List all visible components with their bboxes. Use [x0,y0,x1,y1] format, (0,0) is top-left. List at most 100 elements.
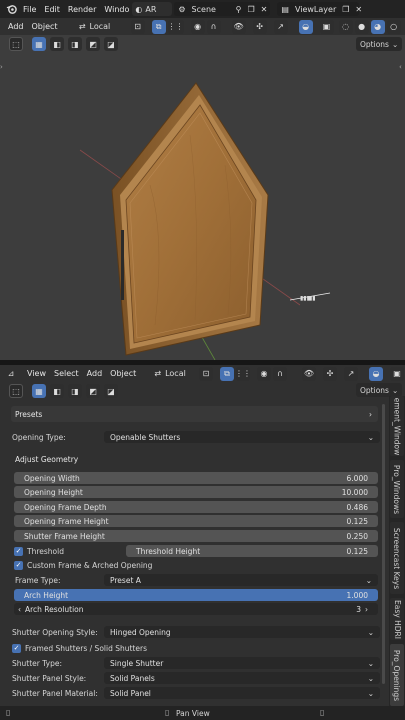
solid-shading-icon[interactable]: ● [354,19,369,34]
rendered-shading-icon[interactable]: ○ [386,19,401,34]
workspace-selector[interactable]: ◐ AR [132,2,173,16]
tab-pro-openings[interactable]: Pro_Openings [390,644,404,706]
pivot-icon[interactable]: ⊡ [199,366,213,381]
snap-target-icon[interactable]: ⋮⋮ [167,19,184,34]
opening-width-field[interactable]: Opening Width 6.000 [14,472,378,484]
sidebar-toggle-left[interactable]: › [0,63,3,71]
new-view-layer-icon[interactable]: ❐ [342,5,349,14]
snap-icon[interactable]: ⧉ [151,19,166,34]
shutter-panel-material-dropdown[interactable]: Solid Panel ⌄ [104,687,380,699]
proportional-edit-icon[interactable]: ◉ [257,366,271,381]
select-mode-new-icon[interactable]: ▦ [32,384,46,398]
select-box-icon[interactable]: ⬚ [9,37,23,51]
chevron-down-icon: ⌄ [367,688,374,698]
transform-orientation-dropdown[interactable]: ⇄ Local [68,20,122,34]
adjust-geometry-header[interactable]: Adjust Geometry [11,451,378,467]
select-mode-invert-icon[interactable]: ◩ [86,37,100,51]
chevron-right-icon[interactable]: › [365,605,368,614]
new-scene-icon[interactable]: ❐ [248,5,255,14]
tab-element-window[interactable]: ement_Window [390,396,404,456]
menu-file[interactable]: File [19,5,40,14]
menu-add[interactable]: Add [4,22,28,31]
menu-select[interactable]: Select [50,369,83,378]
menu-object[interactable]: Object [28,22,62,31]
select-mode-intersect-icon[interactable]: ◪ [104,384,118,398]
shutter-frame-height-field[interactable]: Shutter Frame Height 0.250 [14,530,378,542]
falloff-icon[interactable]: ∩ [273,366,287,381]
select-mode-subtract-icon[interactable]: ◨ [68,37,82,51]
visibility-icon[interactable]: 👁 [231,19,246,34]
overlay-icon[interactable]: ◒ [298,19,313,34]
threshold-height-field[interactable]: Threshold Height 0.125 [126,545,378,557]
shutter-opening-style-dropdown[interactable]: Hinged Opening ⌄ [104,626,380,638]
panel-scrollbar[interactable] [382,404,385,684]
tab-screencast-keys[interactable]: Screencast Keys [390,522,404,594]
editor-type-icon[interactable]: ⊿ [4,367,18,381]
select-mode-new-icon[interactable]: ▦ [32,37,46,51]
presets-header[interactable]: Presets › [11,406,378,422]
select-mode-extend-icon[interactable]: ◧ [50,384,64,398]
select-mode-subtract-icon[interactable]: ◨ [68,384,82,398]
snap-icon[interactable]: ⧉ [220,366,234,381]
xray-icon[interactable]: ▣ [390,366,404,381]
menu-view[interactable]: View [23,369,50,378]
visibility-icon[interactable]: 👁 [302,366,316,381]
wireframe-shading-icon[interactable]: ◌ [338,19,353,34]
tab-label: Screencast Keys [392,527,402,589]
3d-viewport-top[interactable]: ▮▮■▮ ⬚ ▦ ◧ ◨ ◩ ◪ Options ⌄ › ‹ [0,35,405,360]
snap-target-icon[interactable]: ⋮⋮ [235,366,251,381]
scene-selector[interactable]: ⚙ Scene ⚲ ❐ ✕ [174,2,271,16]
pivot-icon[interactable]: ⊡ [130,19,145,34]
overlay-icon[interactable]: ◒ [369,366,383,381]
select-mode-extend-icon[interactable]: ◧ [50,37,64,51]
falloff-icon[interactable]: ∩ [206,19,221,34]
close-icon[interactable]: ✕ [261,5,268,14]
menu-object-bottom[interactable]: Object [106,369,140,378]
arch-height-field[interactable]: Arch Height 1.000 [14,589,378,601]
mouse-right-icon: ▯ [320,708,325,717]
tab-pro-windows[interactable]: Pro_Windows [390,460,404,518]
field-label: Opening Frame Depth [24,502,107,512]
gizmo-icon[interactable]: ✣ [252,19,267,34]
threshold-checkbox[interactable]: ✓ Threshold [14,545,124,557]
opening-type-dropdown[interactable]: Openable Shutters ⌄ [104,431,380,443]
tab-easy-hdri[interactable]: Easy HDRI [390,598,404,640]
shutter-type-dropdown[interactable]: Single Shutter ⌄ [104,657,380,669]
framed-shutters-checkbox[interactable]: ✓ Framed Shutters / Solid Shutters [12,642,372,654]
opening-height-field[interactable]: Opening Height 10.000 [14,486,378,498]
tool-icon[interactable]: ↗ [344,366,358,381]
menu-edit[interactable]: Edit [40,5,64,14]
opening-frame-depth-field[interactable]: Opening Frame Depth 0.486 [14,501,378,513]
tool-icon[interactable]: ↗ [273,19,288,34]
status-bar: ▯ ▯ Pan View ▯ [0,706,405,720]
menu-render[interactable]: Render [64,5,100,14]
view-layer-selector[interactable]: ▤ ViewLayer ❐ ✕ [277,2,362,16]
close-icon[interactable]: ✕ [355,5,362,14]
frame-type-dropdown[interactable]: Preset A ⌄ [104,574,378,586]
options-button-bottom[interactable]: Options ⌄ [356,383,403,397]
menu-window[interactable]: Windo [100,5,131,14]
shutter-panel-material-label: Shutter Panel Material: [12,688,98,698]
blender-logo-icon[interactable] [4,2,18,16]
pin-icon[interactable]: ⚲ [236,5,242,14]
transform-orientation-dropdown-bottom[interactable]: ⇄ Local [150,367,190,381]
select-box-icon[interactable]: ⬚ [9,384,23,398]
arch-resolution-field[interactable]: ‹ Arch Resolution 3 › [14,603,378,615]
chevron-down-icon: ⌄ [367,432,374,442]
field-label: Shutter Frame Height [24,531,105,541]
options-button-top[interactable]: Options ⌄ [356,37,403,51]
opening-frame-height-field[interactable]: Opening Frame Height 0.125 [14,515,378,527]
select-mode-invert-icon[interactable]: ◩ [86,384,100,398]
svg-text:▮▮■▮: ▮▮■▮ [300,295,316,302]
material-shading-icon[interactable]: ◕ [370,19,385,34]
gizmo-icon[interactable]: ✣ [323,366,337,381]
xray-icon[interactable]: ▣ [319,19,334,34]
proportional-edit-icon[interactable]: ◉ [190,19,205,34]
menu-add-bottom[interactable]: Add [83,369,107,378]
select-mode-intersect-icon[interactable]: ◪ [104,37,118,51]
shutter-panel-style-dropdown[interactable]: Solid Panels ⌄ [104,672,380,684]
custom-frame-checkbox[interactable]: ✓ Custom Frame & Arched Opening [14,559,374,571]
field-label: Opening Frame Height [24,516,109,526]
chevron-left-icon[interactable]: ‹ [18,605,21,614]
sidebar-toggle-right[interactable]: ‹ [399,63,402,71]
